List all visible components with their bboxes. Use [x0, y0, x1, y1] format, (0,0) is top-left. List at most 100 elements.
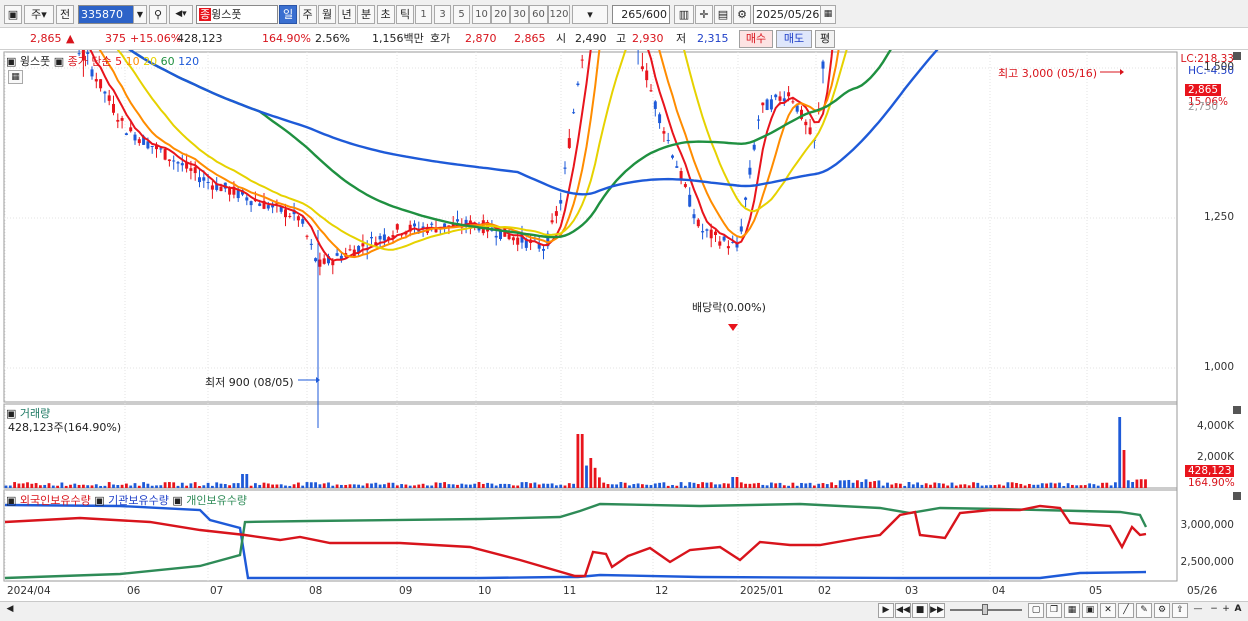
low-price: 2,315 — [697, 32, 729, 45]
tool-icon[interactable]: ✎ — [1136, 603, 1152, 618]
volume-bar — [73, 483, 77, 488]
chart-area[interactable] — [0, 50, 1248, 602]
candle — [554, 211, 558, 216]
sell-button[interactable]: 매도 — [776, 30, 812, 48]
layout-icon[interactable]: ▢ — [1028, 603, 1044, 618]
volume-bar — [365, 483, 369, 488]
calendar-icon[interactable]: ▦ — [820, 5, 836, 24]
volume-bar — [860, 481, 864, 488]
date-input[interactable]: 2025/05/26 — [753, 5, 821, 24]
candle — [787, 92, 791, 97]
candle — [116, 119, 120, 122]
volume-bar — [1019, 483, 1023, 488]
buy-button[interactable]: 매수 — [739, 30, 773, 48]
period-tab-1[interactable]: 주 — [298, 5, 317, 24]
volume-bar — [434, 482, 438, 488]
prev-button[interactable]: 전 — [56, 5, 74, 24]
volume-bar — [524, 482, 528, 488]
volume-bar — [942, 483, 945, 488]
save-icon[interactable]: ▤ — [714, 5, 732, 24]
box-icon[interactable]: ▣ — [1082, 603, 1098, 618]
candle — [361, 243, 365, 247]
holdings-legend: ▣ 외국인보유수량 ▣ 기관보유수량 ▣ 개인보유수량 — [6, 494, 247, 507]
volume-bar — [718, 484, 722, 488]
volume-bar — [185, 485, 188, 488]
volume-bar — [340, 484, 343, 488]
interval-dropdown[interactable]: ▾ — [572, 5, 608, 24]
number-tab-60[interactable]: 60 — [529, 5, 548, 24]
volume-bar — [868, 481, 872, 488]
minimize-icon[interactable]: — — [1190, 603, 1206, 618]
period-tab-2[interactable]: 월 — [318, 5, 336, 24]
rewind-icon[interactable]: ◀◀ — [895, 603, 911, 618]
number-tab-10[interactable]: 10 — [472, 5, 491, 24]
candle — [516, 237, 520, 245]
volume-bar — [1062, 485, 1066, 488]
gear-icon[interactable]: ⚙ — [733, 5, 751, 24]
number-tab-30[interactable]: 30 — [510, 5, 529, 24]
font-icon[interactable]: A — [1230, 603, 1246, 618]
number-tab-120[interactable]: 120 — [548, 5, 570, 24]
period-mode-select[interactable]: 주▾ — [24, 5, 54, 24]
forward-icon[interactable]: ▶▶ — [929, 603, 945, 618]
volume-bar — [129, 485, 133, 488]
ma-label-20: 20 — [143, 55, 161, 68]
candle — [90, 69, 94, 77]
speaker-icon[interactable]: ◀▾ — [169, 5, 193, 24]
volume-bar — [1092, 484, 1096, 488]
volume-bar — [1036, 484, 1040, 488]
avg-button[interactable]: 평 — [815, 30, 835, 48]
settings-icon[interactable]: ⚙ — [1154, 603, 1170, 618]
volume-bar — [933, 482, 937, 488]
number-tab-20[interactable]: 20 — [491, 5, 510, 24]
grid-toggle-icon[interactable]: ▦ — [8, 70, 23, 84]
cross-icon[interactable]: ✕ — [1100, 603, 1116, 618]
zoom-handle[interactable] — [982, 604, 988, 615]
volume-bar — [507, 484, 511, 488]
candle — [129, 127, 133, 132]
candle — [137, 139, 141, 144]
volume-bar — [985, 485, 988, 488]
candle — [219, 186, 223, 192]
count-field[interactable]: 265/600 — [612, 5, 670, 24]
volume-bar — [275, 484, 279, 488]
period-tab-3[interactable]: 년 — [337, 5, 356, 24]
volume-bar — [873, 481, 876, 488]
volume-bar — [168, 482, 171, 488]
volume-bar — [709, 482, 713, 488]
x-tick-11: 04 — [992, 585, 1006, 597]
volume-bar — [1131, 482, 1134, 488]
stop-icon[interactable]: ■ — [912, 603, 928, 618]
volume-bar — [529, 483, 532, 488]
scroll-left-icon[interactable]: ◀ — [2, 603, 18, 618]
grid-icon[interactable]: ▦ — [1064, 603, 1080, 618]
period-tab-5[interactable]: 초 — [376, 5, 395, 24]
candle — [180, 163, 184, 166]
code-dropdown-icon[interactable]: ▼ — [133, 5, 147, 24]
period-tab-0[interactable]: 일 — [279, 5, 297, 24]
number-tab-5[interactable]: 5 — [453, 5, 470, 24]
number-tab-1[interactable]: 1 — [415, 5, 432, 24]
volume-bar — [271, 484, 274, 488]
volume-bar — [17, 483, 21, 488]
copy-icon[interactable]: ❐ — [1046, 603, 1062, 618]
candle — [258, 203, 262, 206]
volume-bar — [774, 483, 778, 488]
holdings-tick-3m: 3,000,000 — [1180, 519, 1234, 531]
line-icon[interactable]: ╱ — [1118, 603, 1134, 618]
export-icon[interactable]: ⇪ — [1172, 603, 1188, 618]
ma-label-5: 5 — [115, 55, 126, 68]
stock-name-field[interactable]: 종윙스풋 — [196, 5, 278, 24]
search-icon[interactable]: ⚲ — [149, 5, 167, 24]
chart-type-icon[interactable]: ▣ — [4, 5, 22, 24]
x-tick-10: 03 — [905, 585, 919, 597]
price-tick-6: 1,000 — [1203, 361, 1234, 373]
crosshair-icon[interactable]: ✛ — [695, 5, 713, 24]
number-tab-3[interactable]: 3 — [434, 5, 451, 24]
volume-bar — [305, 482, 309, 488]
period-tab-4[interactable]: 분 — [357, 5, 375, 24]
scroll-right-icon[interactable]: ▶ — [878, 603, 894, 618]
period-tab-6[interactable]: 틱 — [396, 5, 414, 24]
volume-bar — [520, 482, 524, 488]
bars-icon[interactable]: ▥ — [674, 5, 694, 24]
